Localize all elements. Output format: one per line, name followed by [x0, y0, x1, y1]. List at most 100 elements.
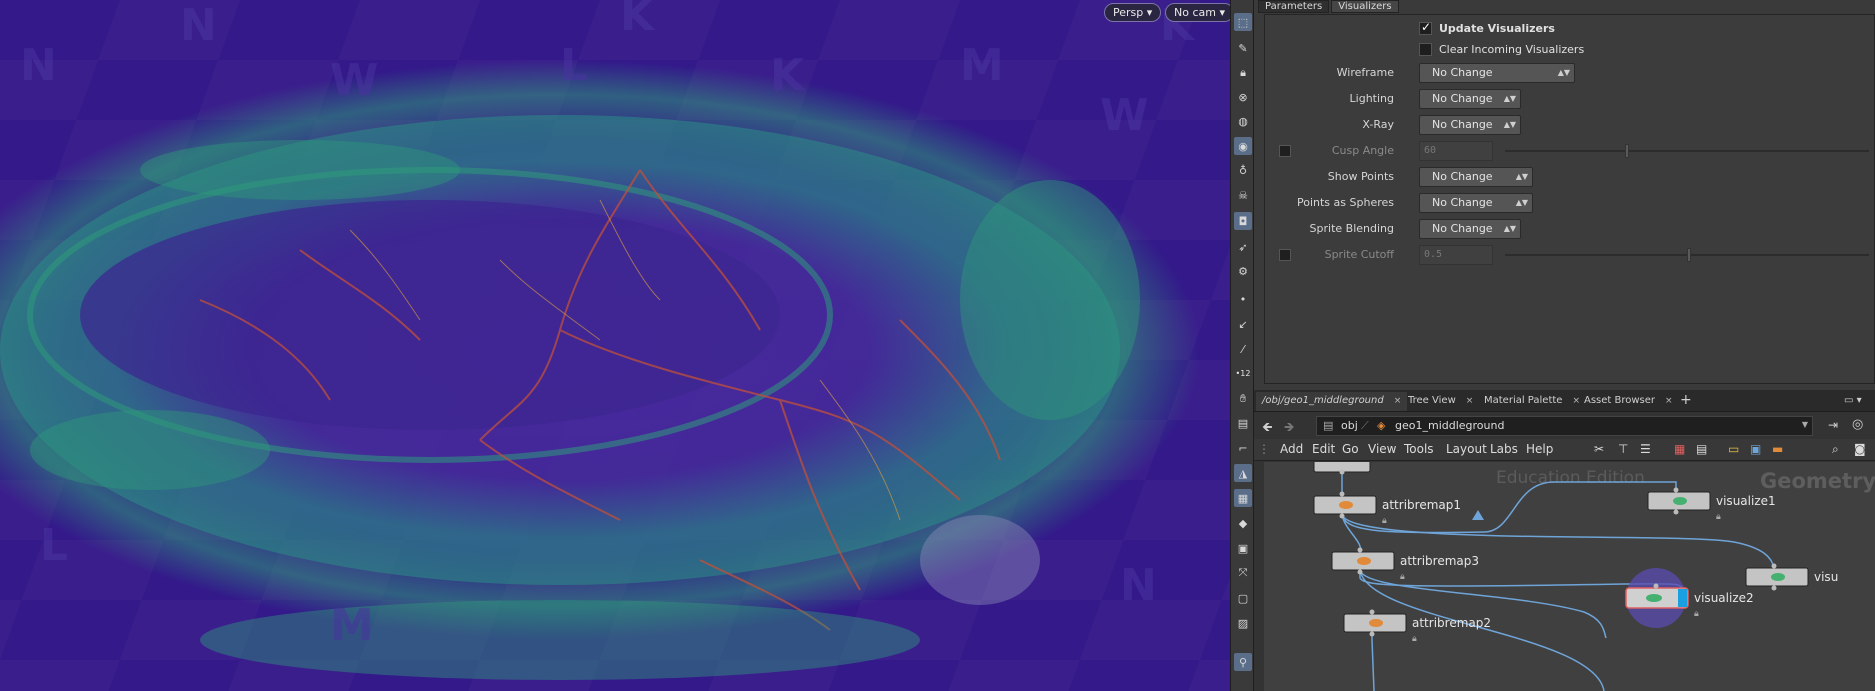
tab-label: Asset Browser [1584, 395, 1656, 406]
background-icon[interactable]: ▨ [1234, 614, 1252, 632]
menu-go[interactable]: Go [1342, 442, 1359, 456]
wireframe-menu[interactable]: No Change ▲▼ [1419, 63, 1575, 83]
sprite-cutoff-slider[interactable] [1505, 248, 1869, 262]
search-icon[interactable]: ⌕ [1832, 442, 1839, 457]
image-icon[interactable]: ▣ [1750, 442, 1761, 456]
brush-icon[interactable]: ⁄ [1234, 340, 1252, 358]
node-visualize1[interactable]: visualize1 [1716, 494, 1776, 508]
tab-asset-browser[interactable]: Asset Browser × [1578, 392, 1679, 411]
transform-icon[interactable]: ⤧ [1234, 564, 1252, 582]
path-segment-geo[interactable]: geo1_middleground [1395, 419, 1504, 432]
close-icon[interactable]: × [1466, 396, 1474, 406]
tab-tree-view[interactable]: Tree View × [1402, 392, 1479, 411]
menu-tools[interactable]: Tools [1404, 442, 1434, 456]
sticky-note-icon[interactable]: ▭ [1728, 442, 1739, 456]
cusp-angle-slider[interactable] [1505, 144, 1869, 158]
clear-incoming-checkbox[interactable] [1419, 43, 1432, 56]
display-icon[interactable]: ▢ [1234, 589, 1252, 607]
show-points-row: Show Points No Change ▲▼ [1265, 166, 1875, 188]
lock-icon[interactable]: 🔒︎ [1234, 64, 1252, 82]
snap-icon[interactable]: ◮ [1234, 464, 1252, 482]
camera-icon[interactable]: ◘ [1234, 212, 1252, 230]
light-icon[interactable]: ◉ [1234, 137, 1252, 155]
cusp-angle-toggle[interactable] [1279, 145, 1291, 157]
node-visualize3[interactable]: visu [1814, 570, 1838, 584]
pose-icon[interactable]: ✎ [1234, 39, 1252, 57]
lasso-icon[interactable]: ➶ [1234, 238, 1252, 256]
handle-icon[interactable]: ⚙ [1234, 262, 1252, 280]
camera-icon[interactable]: ◙ [1854, 442, 1866, 456]
render-region-icon[interactable]: ▣ [1234, 539, 1252, 557]
grid-view-icon[interactable]: ▦ [1674, 442, 1685, 456]
menu-add[interactable]: Add [1280, 442, 1303, 456]
tab-visualizers[interactable]: Visualizers [1331, 0, 1399, 13]
node-visualize2[interactable]: visualize2 [1694, 591, 1754, 605]
grid-letter: M [960, 40, 1004, 91]
updown-arrow-icon: ▲▼ [1503, 120, 1516, 129]
point-icon[interactable]: • [1234, 290, 1252, 308]
close-icon[interactable]: × [1394, 396, 1402, 406]
select-mode-icon[interactable]: ⬚ [1234, 13, 1252, 31]
wireframe-label: Wireframe [1336, 66, 1394, 79]
tree-icon[interactable]: ⊤ [1618, 442, 1628, 456]
node-attribremap2[interactable]: attribremap2 [1412, 616, 1491, 630]
menu-labs[interactable]: Labs [1490, 442, 1518, 456]
camera-select-menu[interactable]: No cam ▾ [1165, 3, 1230, 22]
pin-pane-icon[interactable]: ⇥ [1828, 418, 1838, 432]
persp-camera-menu[interactable]: Persp ▾ [1104, 3, 1162, 22]
xray-menu[interactable]: No Change ▲▼ [1419, 115, 1521, 135]
sprite-cutoff-field[interactable]: 0.5 [1419, 245, 1493, 265]
subnet-icon[interactable]: ▬ [1772, 442, 1783, 456]
flipbook-icon[interactable]: ▤ [1234, 414, 1252, 432]
ghost-icon[interactable]: ⊗ [1234, 88, 1252, 106]
ruler-icon[interactable]: ⌐ [1234, 439, 1252, 457]
tab-network[interactable]: /obj/geo1_middleground × [1256, 392, 1408, 411]
update-visualizers-checkbox[interactable] [1419, 20, 1432, 35]
wrench-icon[interactable]: ✂ [1594, 442, 1604, 456]
list-icon[interactable]: ☰ [1640, 442, 1651, 456]
grid-icon[interactable]: ▦ [1234, 489, 1252, 507]
number-icon[interactable]: •12 [1234, 364, 1252, 382]
lighting-label: Lighting [1349, 92, 1394, 105]
skull-icon[interactable]: ☠ [1234, 186, 1252, 204]
link-icon[interactable]: ◎ [1852, 417, 1863, 432]
path-field[interactable]: ▤ obj ⟋ ◈ geo1_middleground ▼ [1316, 416, 1813, 436]
pin-icon[interactable]: ⚲ [1234, 653, 1252, 671]
sprite-cutoff-toggle[interactable] [1279, 249, 1291, 261]
edge-icon[interactable]: ↙ [1234, 315, 1252, 333]
lock-icon: 🔒︎ [1716, 512, 1721, 522]
forward-arrow-icon[interactable]: 🡺 [1284, 418, 1295, 440]
diamond-icon[interactable]: ◆ [1234, 514, 1252, 532]
cusp-angle-field[interactable]: 60 [1419, 141, 1493, 161]
slider-knob[interactable] [1687, 248, 1691, 262]
menu-help[interactable]: Help [1526, 442, 1553, 456]
node-attribremap3[interactable]: attribremap3 [1400, 554, 1479, 568]
network-menu-bar: ⋮ Add Edit Go View Tools Layout Labs Hel… [1254, 439, 1875, 461]
node-attribremap1[interactable]: attribremap1 [1382, 498, 1461, 512]
tab-parameters[interactable]: Parameters [1258, 0, 1330, 13]
path-segment-obj[interactable]: obj [1341, 419, 1358, 432]
back-arrow-icon[interactable]: 🡸 [1262, 418, 1273, 440]
menu-edit[interactable]: Edit [1312, 442, 1335, 456]
add-tab-icon[interactable]: + [1674, 392, 1698, 411]
grid-letter: W [330, 55, 379, 106]
pane-layout-icon[interactable]: ▭ ▾ [1838, 392, 1868, 411]
tab-material-palette[interactable]: Material Palette × [1478, 392, 1586, 411]
bulb-icon[interactable]: ♁ [1234, 161, 1252, 179]
lock-icon: 🔒︎ [1412, 634, 1417, 644]
sprite-blending-menu[interactable]: No Change ▲▼ [1419, 219, 1521, 239]
show-points-menu[interactable]: No Change ▲▼ [1419, 167, 1533, 187]
chevron-down-icon[interactable]: ▼ [1802, 420, 1808, 429]
sphere-icon[interactable]: ◍ [1234, 112, 1252, 130]
points-spheres-menu[interactable]: No Change ▲▼ [1419, 193, 1533, 213]
hand-icon[interactable]: ✋︎ [1234, 390, 1252, 408]
lighting-menu[interactable]: No Change ▲▼ [1419, 89, 1521, 109]
menu-view[interactable]: View [1368, 442, 1396, 456]
menu-layout[interactable]: Layout [1446, 442, 1487, 456]
table-icon[interactable]: ▤ [1696, 442, 1707, 456]
scene-viewport[interactable]: N W L K M N K W L M N K Persp ▾ No cam ▾ [0, 0, 1230, 691]
updown-arrow-icon: ▲▼ [1503, 94, 1516, 103]
slider-knob[interactable] [1625, 144, 1629, 158]
close-icon[interactable]: × [1665, 396, 1673, 406]
network-canvas[interactable]: Education Edition Geometry attribremap1 … [1264, 462, 1875, 691]
